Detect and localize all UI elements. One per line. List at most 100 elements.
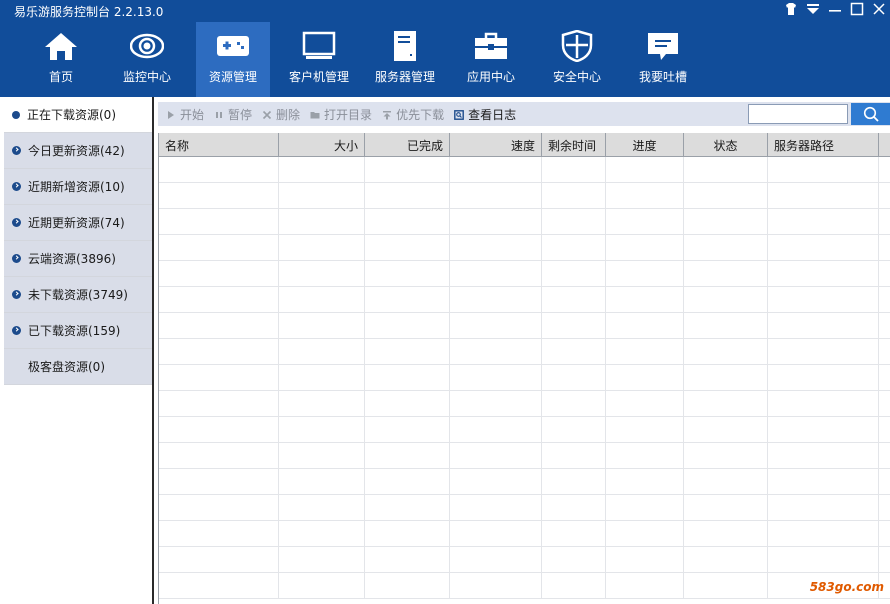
table-row[interactable] xyxy=(159,183,890,209)
table-cell xyxy=(365,287,450,313)
table-cell xyxy=(879,521,890,547)
table-cell xyxy=(542,287,606,313)
skin-icon[interactable] xyxy=(784,2,798,18)
view-log-button[interactable]: 查看日志 xyxy=(454,106,516,123)
table-row[interactable] xyxy=(159,287,890,313)
app-title: 易乐游服务控制台 2.2.13.0 xyxy=(14,5,164,19)
table-cell xyxy=(279,443,365,469)
priority-download-label: 优先下载 xyxy=(396,107,445,122)
table-row[interactable] xyxy=(159,521,890,547)
table-cell xyxy=(279,521,365,547)
table-cell xyxy=(606,547,684,573)
nav-item-servers[interactable]: 服务器管理 xyxy=(362,22,448,97)
delete-button[interactable]: 删除 xyxy=(262,106,300,123)
start-button[interactable]: 开始 xyxy=(166,106,204,123)
priority-download-button[interactable]: 优先下载 xyxy=(382,106,444,123)
table-cell xyxy=(159,235,279,261)
search-icon xyxy=(863,106,879,125)
table-row[interactable] xyxy=(159,209,890,235)
table-cell xyxy=(768,209,879,235)
table-cell xyxy=(542,261,606,287)
table-cell xyxy=(684,157,768,183)
table-row[interactable] xyxy=(159,495,890,521)
chat-bubble-icon xyxy=(646,30,680,62)
pause-button[interactable]: 暂停 xyxy=(214,106,252,123)
table-cell xyxy=(365,443,450,469)
table-cell xyxy=(879,157,890,183)
bullet-icon xyxy=(12,110,20,119)
menu-dropdown-icon[interactable] xyxy=(806,2,820,18)
table-cell xyxy=(450,417,542,443)
table-cell xyxy=(542,157,606,183)
nav-item-security[interactable]: 安全中心 xyxy=(534,22,620,97)
nav-label: 首页 xyxy=(48,70,73,84)
table-cell xyxy=(279,391,365,417)
nav-label: 服务器管理 xyxy=(374,70,435,84)
close-icon[interactable] xyxy=(872,2,886,18)
nav-item-clients[interactable]: 客户机管理 xyxy=(276,22,362,97)
nav-item-apps[interactable]: 应用中心 xyxy=(448,22,534,97)
column-header-completed[interactable]: 已完成 xyxy=(365,133,450,157)
table-cell xyxy=(768,443,879,469)
table-cell xyxy=(159,391,279,417)
table-row[interactable] xyxy=(159,235,890,261)
sidebar-item-geek-disk[interactable]: 极客盘资源(0) xyxy=(4,349,152,385)
sidebar-item-recent-updated[interactable]: 近期更新资源(74) xyxy=(4,205,152,241)
column-header-size[interactable]: 大小 xyxy=(279,133,365,157)
table-row[interactable] xyxy=(159,417,890,443)
table-cell xyxy=(606,287,684,313)
table-body xyxy=(159,157,890,604)
nav-label: 我要吐槽 xyxy=(638,70,687,84)
table-row[interactable] xyxy=(159,365,890,391)
table-row[interactable] xyxy=(159,391,890,417)
log-icon xyxy=(454,109,464,120)
column-header-remaining-time[interactable]: 剩余时间 xyxy=(542,133,606,157)
column-header-speed[interactable]: 速度 xyxy=(450,133,542,157)
open-directory-button[interactable]: 打开目录 xyxy=(310,106,372,123)
table-row[interactable] xyxy=(159,261,890,287)
search-input[interactable] xyxy=(748,104,848,124)
pause-icon xyxy=(214,109,224,119)
table-row[interactable] xyxy=(159,339,890,365)
table-cell xyxy=(450,547,542,573)
table-row[interactable] xyxy=(159,573,890,599)
table-cell xyxy=(542,235,606,261)
table-cell xyxy=(879,287,890,313)
nav-item-feedback[interactable]: 我要吐槽 xyxy=(620,22,706,97)
sidebar-item-downloaded[interactable]: 已下载资源(159) xyxy=(4,313,152,349)
table-cell xyxy=(279,469,365,495)
column-header-name[interactable]: 名称 xyxy=(159,133,279,157)
table-row[interactable] xyxy=(159,157,890,183)
table-cell xyxy=(879,209,890,235)
table-cell xyxy=(606,469,684,495)
table-cell xyxy=(450,469,542,495)
table-cell xyxy=(768,417,879,443)
window-controls xyxy=(784,2,886,18)
sidebar-item-label: 正在下载资源(0) xyxy=(27,108,116,122)
sidebar-item-downloading[interactable]: 正在下载资源(0) xyxy=(4,97,152,133)
sidebar-item-recent-added[interactable]: 近期新增资源(10) xyxy=(4,169,152,205)
table-row[interactable] xyxy=(159,469,890,495)
table-cell xyxy=(159,183,279,209)
maximize-icon[interactable] xyxy=(850,2,864,18)
nav-item-monitor[interactable]: 监控中心 xyxy=(104,22,190,97)
column-header-server-path[interactable]: 服务器路径 xyxy=(768,133,879,157)
table-cell xyxy=(606,391,684,417)
table-row[interactable] xyxy=(159,443,890,469)
chevron-right-icon xyxy=(12,146,21,155)
search-button[interactable] xyxy=(851,103,890,125)
minimize-icon[interactable] xyxy=(828,2,842,18)
nav-item-resources[interactable]: 资源管理 xyxy=(196,22,270,97)
column-header-status[interactable]: 状态 xyxy=(684,133,768,157)
column-header-progress[interactable]: 进度 xyxy=(606,133,684,157)
start-label: 开始 xyxy=(180,107,205,122)
table-row[interactable] xyxy=(159,547,890,573)
table-cell xyxy=(365,547,450,573)
sidebar-item-cloud[interactable]: 云端资源(3896) xyxy=(4,241,152,277)
delete-icon xyxy=(262,109,272,120)
play-icon xyxy=(166,109,176,119)
sidebar-item-not-downloaded[interactable]: 未下载资源(3749) xyxy=(4,277,152,313)
table-row[interactable] xyxy=(159,313,890,339)
sidebar-item-today-updated[interactable]: 今日更新资源(42) xyxy=(4,133,152,169)
nav-item-home[interactable]: 首页 xyxy=(18,22,104,97)
